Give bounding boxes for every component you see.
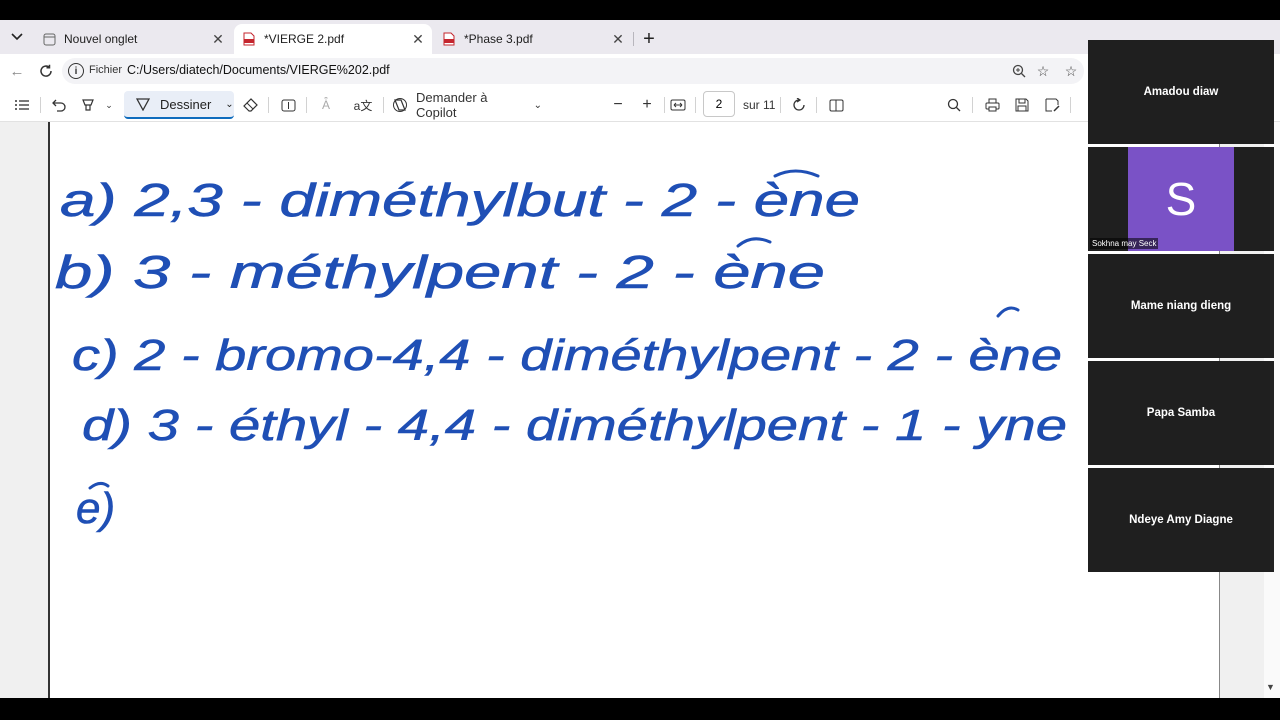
- toolbar-divider: [40, 97, 41, 113]
- address-url[interactable]: C:/Users/diatech/Documents/VIERGE%202.pd…: [127, 63, 390, 77]
- close-tab-icon[interactable]: ✕: [610, 31, 626, 47]
- favorites-icon[interactable]: ☆: [1062, 62, 1080, 80]
- new-tab-page-icon: [42, 32, 56, 46]
- chevron-down-icon[interactable]: ⌄: [534, 100, 542, 111]
- zoom-out-button[interactable]: −: [608, 94, 628, 116]
- toolbar-divider: [664, 97, 665, 113]
- close-tab-icon[interactable]: ✕: [410, 31, 426, 47]
- participant-tile[interactable]: S Sokhna may Seck: [1088, 147, 1274, 251]
- pdf-page[interactable]: a) 2,3 - diméthylbut - 2 - ène b) 3 - mé…: [48, 122, 1220, 698]
- text-box-icon[interactable]: [278, 94, 298, 116]
- handwritten-line-c: c) 2 - bromo-4,4 - diméthylpent - 2 - èn…: [72, 331, 1062, 380]
- tab-phase-3[interactable]: *Phase 3.pdf ✕: [434, 24, 632, 54]
- handwritten-line-d: d) 3 - éthyl - 4,4 - diméthylpent - 1 - …: [82, 401, 1067, 450]
- participant-name: Papa Samba: [1146, 407, 1216, 419]
- scroll-down-arrow-icon[interactable]: ▼: [1266, 682, 1275, 692]
- handwritten-line-b: b) 3 - méthylpent - 2 - ène: [55, 246, 825, 298]
- toolbar-divider: [306, 97, 307, 113]
- draw-pen-icon: [136, 97, 150, 111]
- handwriting-layer: a) 2,3 - diméthylbut - 2 - ène b) 3 - mé…: [55, 169, 1067, 533]
- draw-label: Dessiner: [160, 96, 212, 112]
- copilot-label: Demander à Copilot: [416, 90, 488, 120]
- undo-icon[interactable]: [49, 94, 69, 116]
- tab-new-tab[interactable]: Nouvel onglet ✕: [34, 24, 232, 54]
- pdf-icon: [242, 32, 256, 46]
- print-icon[interactable]: [982, 94, 1002, 116]
- translate-icon[interactable]: a文: [352, 94, 374, 116]
- close-tab-icon[interactable]: ✕: [210, 31, 226, 47]
- toolbar-divider: [780, 97, 781, 113]
- bottom-black-bar: [0, 698, 1280, 720]
- read-aloud-icon[interactable]: A͒: [316, 94, 336, 116]
- save-as-icon[interactable]: [1042, 94, 1062, 116]
- toolbar-divider: [383, 97, 384, 113]
- zoom-icon[interactable]: [1010, 62, 1028, 80]
- participant-tile[interactable]: Mame niang dieng: [1088, 254, 1274, 358]
- handwritten-line-a: a) 2,3 - diméthylbut - 2 - ène: [60, 174, 860, 226]
- participant-tile[interactable]: Amadou diaw: [1088, 40, 1274, 144]
- rotate-icon[interactable]: [789, 94, 809, 116]
- toolbar-divider: [972, 97, 973, 113]
- handwritten-line-e: e): [76, 484, 115, 533]
- participant-name: Mame niang dieng: [1130, 300, 1232, 312]
- address-bar[interactable]: i Fichier C:/Users/diatech/Documents/VIE…: [62, 58, 1084, 84]
- toolbar-divider: [1070, 97, 1071, 113]
- refresh-button[interactable]: [35, 60, 57, 82]
- avatar: S: [1128, 147, 1234, 251]
- pdf-icon: [442, 32, 456, 46]
- tab-actions-menu[interactable]: [6, 26, 28, 48]
- participants-panel: Amadou diaw S Sokhna may Seck Mame niang…: [1088, 40, 1280, 572]
- draw-button[interactable]: Dessiner ⌄: [124, 91, 234, 119]
- copilot-button[interactable]: Demander à Copilot ⌄: [392, 90, 542, 120]
- address-scheme: Fichier: [89, 64, 123, 76]
- participant-name: Sokhna may Seck: [1090, 238, 1159, 249]
- zoom-in-button[interactable]: +: [637, 94, 657, 116]
- highlight-icon[interactable]: [78, 94, 98, 116]
- top-black-bar: [0, 0, 1280, 20]
- page-number-input[interactable]: 2: [703, 91, 735, 117]
- page-count: sur 11: [743, 98, 776, 112]
- contents-list-icon[interactable]: [12, 94, 32, 116]
- participant-tile[interactable]: Papa Samba: [1088, 361, 1274, 465]
- back-button[interactable]: ←: [6, 60, 28, 82]
- fit-to-width-icon[interactable]: [668, 94, 688, 116]
- tab-title: Nouvel onglet: [64, 32, 138, 46]
- participant-tile[interactable]: Ndeye Amy Diagne: [1088, 468, 1274, 572]
- save-icon[interactable]: [1012, 94, 1032, 116]
- new-tab-button[interactable]: +: [638, 28, 660, 50]
- info-icon[interactable]: i: [68, 63, 84, 79]
- chevron-down-icon[interactable]: ⌄: [102, 94, 116, 116]
- copilot-icon: [392, 97, 408, 113]
- page-view-icon[interactable]: [826, 94, 846, 116]
- chevron-down-icon[interactable]: ⌄: [225, 99, 233, 110]
- participant-name: Amadou diaw: [1143, 86, 1219, 98]
- toolbar-divider: [816, 97, 817, 113]
- toolbar-divider: [268, 97, 269, 113]
- eraser-icon[interactable]: [240, 94, 260, 116]
- favorite-star-icon[interactable]: ☆: [1034, 62, 1052, 80]
- tab-title: *VIERGE 2.pdf: [264, 32, 345, 46]
- avatar-initial: S: [1165, 173, 1197, 225]
- browser-window: Nouvel onglet ✕ *VIERGE 2.pdf ✕ *Phase 3…: [0, 20, 1280, 698]
- tab-divider: [633, 32, 634, 46]
- participant-name: Ndeye Amy Diagne: [1129, 514, 1233, 526]
- search-icon[interactable]: [944, 94, 964, 116]
- tab-vierge-2[interactable]: *VIERGE 2.pdf ✕: [234, 24, 432, 54]
- tab-title: *Phase 3.pdf: [464, 32, 533, 46]
- toolbar-divider: [695, 97, 696, 113]
- document-area: a) 2,3 - diméthylbut - 2 - ène b) 3 - mé…: [0, 40, 1280, 698]
